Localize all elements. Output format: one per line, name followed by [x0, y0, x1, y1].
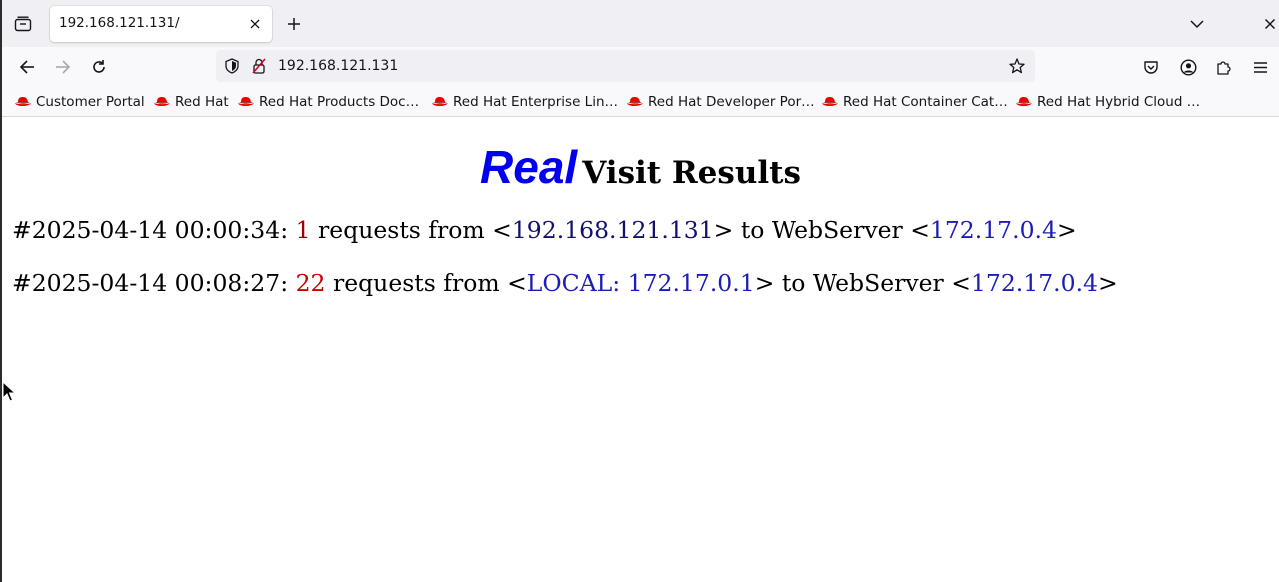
plus-icon — [288, 18, 300, 30]
redhat-icon — [1015, 95, 1033, 109]
firefox-view-icon — [14, 16, 32, 32]
visit-entry: #2025-04-14 00:08:27: 22 requests from <… — [12, 269, 1118, 297]
redhat-icon — [626, 95, 644, 109]
connection-info-button[interactable] — [250, 57, 268, 75]
redhat-icon — [821, 95, 839, 109]
bookmark-red-hat-products-docs[interactable]: Red Hat Products Doc… — [237, 92, 419, 112]
bookmarks-toolbar: Customer Portal Red Hat Red Hat Products… — [2, 87, 1279, 117]
extensions-button[interactable] — [1212, 55, 1236, 79]
bookmark-label: Red Hat Products Doc… — [259, 94, 420, 110]
bookmark-label: Red Hat Hybrid Cloud … — [1037, 94, 1201, 110]
navigation-toolbar: 192.168.121.131 — [2, 47, 1279, 87]
page-title: Real Visit Results — [2, 140, 1279, 194]
forward-arrow-icon — [56, 60, 71, 74]
back-button[interactable] — [15, 55, 39, 79]
forward-button[interactable] — [51, 55, 75, 79]
app-menu-button[interactable] — [1248, 55, 1272, 79]
tab-active[interactable]: 192.168.121.131/ — [50, 6, 272, 42]
bookmark-red-hat-enterprise-linux[interactable]: Red Hat Enterprise Lin… — [431, 92, 618, 112]
address-bar[interactable]: 192.168.121.131 — [216, 50, 1035, 82]
pocket-icon — [1144, 60, 1158, 74]
bookmark-red-hat-hybrid-cloud[interactable]: Red Hat Hybrid Cloud … — [1015, 92, 1200, 112]
bookmark-label: Red Hat Container Cat… — [843, 94, 1008, 110]
bookmark-label: Customer Portal — [36, 94, 145, 110]
firefox-view-button[interactable] — [10, 12, 36, 36]
visit-text: requests from < — [333, 269, 527, 297]
redhat-icon — [153, 95, 171, 109]
visit-text: > — [1098, 269, 1118, 297]
bookmark-red-hat[interactable]: Red Hat — [153, 92, 229, 112]
tab-close-button[interactable] — [246, 15, 264, 33]
bookmark-label: Red Hat Enterprise Lin… — [453, 94, 619, 110]
shield-icon — [225, 58, 239, 74]
mouse-cursor-icon — [2, 381, 16, 402]
page-title-emphasis: Real — [480, 141, 578, 193]
tab-strip: 192.168.121.131/ — [2, 0, 1279, 47]
browser-window: 192.168.121.131/ 192.168.121.131 Custome… — [0, 0, 1279, 582]
visit-source-ip: 192.168.121.131 — [511, 216, 714, 244]
bookmark-star-button[interactable] — [1008, 57, 1026, 75]
reload-button[interactable] — [87, 55, 111, 79]
bookmark-red-hat-developer-portal[interactable]: Red Hat Developer Por… — [626, 92, 815, 112]
visit-text: > to WebServer < — [754, 269, 971, 297]
visit-text: > — [1056, 216, 1077, 244]
close-icon — [1264, 18, 1276, 30]
visit-count: 22 — [295, 269, 326, 297]
visit-timestamp: #2025-04-14 00:08:27: — [12, 269, 289, 297]
redhat-icon — [237, 95, 255, 109]
insecure-lock-icon — [252, 58, 266, 74]
redhat-icon — [431, 95, 449, 109]
reload-icon — [93, 60, 105, 73]
visit-text: requests from < — [318, 216, 512, 244]
visit-source-ip: LOCAL: 172.17.0.1 — [526, 269, 755, 297]
visit-server-ip: 172.17.0.4 — [929, 216, 1057, 244]
new-tab-button[interactable] — [283, 13, 305, 35]
url-text[interactable]: 192.168.121.131 — [278, 58, 398, 74]
visit-count: 1 — [295, 216, 311, 244]
visit-entry: #2025-04-14 00:00:34: 1 requests from <1… — [12, 216, 1077, 244]
back-arrow-icon — [19, 60, 34, 74]
account-button[interactable] — [1176, 55, 1200, 79]
chevron-down-icon — [1190, 20, 1204, 29]
tracking-protection-button[interactable] — [223, 57, 241, 75]
pocket-button[interactable] — [1139, 55, 1163, 79]
tab-title: 192.168.121.131/ — [59, 15, 180, 31]
bookmark-customer-portal[interactable]: Customer Portal — [14, 92, 145, 112]
redhat-icon — [14, 95, 32, 109]
bookmark-label: Red Hat Developer Por… — [648, 94, 815, 110]
visit-text: > to WebServer < — [713, 216, 930, 244]
visit-server-ip: 172.17.0.4 — [970, 269, 1098, 297]
account-icon — [1179, 58, 1197, 76]
visit-timestamp: #2025-04-14 00:00:34: — [12, 216, 289, 244]
star-icon — [1009, 58, 1025, 74]
bookmark-red-hat-container-catalog[interactable]: Red Hat Container Cat… — [821, 92, 1008, 112]
page-title-rest: Visit Results — [582, 155, 801, 191]
hamburger-menu-icon — [1253, 61, 1267, 73]
window-close-button[interactable] — [1260, 13, 1279, 35]
list-all-tabs-button[interactable] — [1186, 13, 1208, 35]
bookmark-label: Red Hat — [175, 94, 229, 110]
close-icon — [250, 19, 260, 29]
page-content: Real Visit Results #2025-04-14 00:00:34:… — [2, 118, 1279, 582]
puzzle-icon — [1217, 61, 1231, 75]
